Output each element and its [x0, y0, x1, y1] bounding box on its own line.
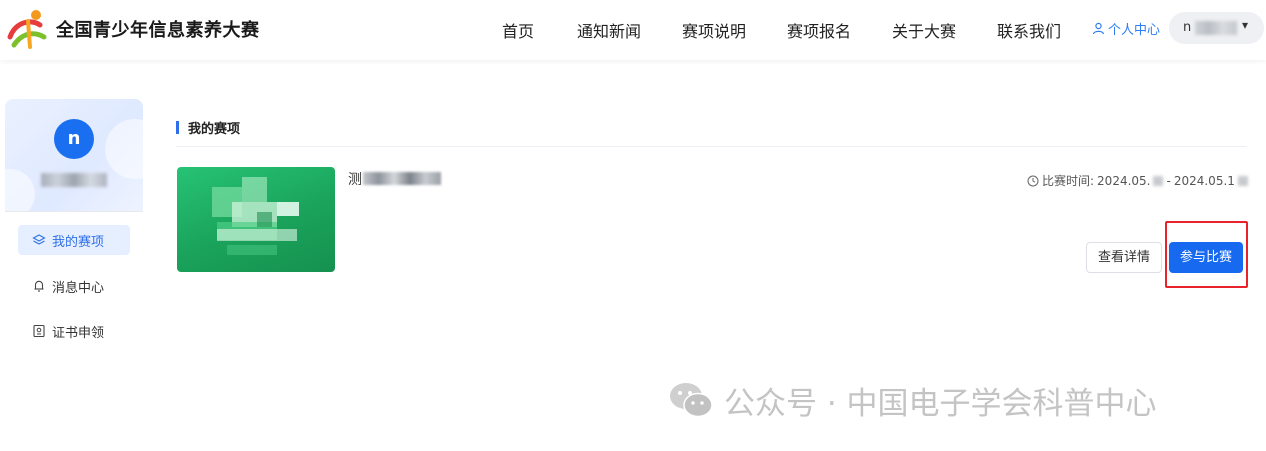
- redacted-blur: [41, 173, 107, 187]
- time-end: 2024.05.1: [1173, 173, 1235, 188]
- layers-icon: [32, 234, 46, 245]
- caret-down-icon: ▾: [1242, 18, 1249, 32]
- view-details-button[interactable]: 查看详情: [1086, 242, 1162, 273]
- user-name-redacted: [1195, 21, 1237, 35]
- watermark-text: 公众号 · 中国电子学会科普中心: [724, 385, 1157, 422]
- section-title-label: 我的赛项: [188, 122, 241, 137]
- sidebar-item-label: 我的赛项: [52, 234, 105, 250]
- section-title: 我的赛项: [176, 118, 240, 137]
- nav-home[interactable]: 首页: [502, 18, 534, 42]
- user-icon: [1092, 22, 1105, 35]
- main-content: 我的赛项 测 比赛时间: 2024.05. - 2024.05.1 查看详情 参…: [160, 100, 1252, 400]
- competition-thumbnail[interactable]: [177, 167, 335, 272]
- profile-name-redacted: [41, 173, 107, 187]
- clock-icon: [1027, 175, 1039, 186]
- competition-title-redacted: [363, 172, 441, 185]
- avatar[interactable]: n: [54, 119, 94, 159]
- nav-contact[interactable]: 联系我们: [997, 18, 1061, 42]
- personal-center-label: 个人中心: [1108, 23, 1161, 38]
- time-label: 比赛时间:: [1042, 174, 1095, 188]
- nav-about[interactable]: 关于大赛: [892, 18, 956, 42]
- competition-title[interactable]: 测: [348, 170, 441, 188]
- user-name-initial: n: [1183, 20, 1192, 35]
- main-nav: 首页 通知新闻 赛项说明 赛项报名 关于大赛 联系我们: [0, 18, 1266, 42]
- sidebar-item-label: 证书申领: [52, 325, 105, 341]
- top-header: 全国青少年信息素养大赛 首页 通知新闻 赛项说明 赛项报名 关于大赛 联系我们 …: [0, 0, 1266, 60]
- nav-event-description[interactable]: 赛项说明: [682, 18, 746, 42]
- nav-news[interactable]: 通知新闻: [577, 18, 641, 42]
- sidebar: n 我的赛项 消息中心 证书申领: [5, 99, 143, 369]
- watermark: 公众号 · 中国电子学会科普中心: [668, 378, 1157, 422]
- profile-card: n: [5, 99, 143, 211]
- decorative-bubble: [105, 119, 143, 179]
- title-accent-bar: [176, 121, 179, 134]
- user-menu-dropdown[interactable]: n ▾: [1169, 12, 1264, 44]
- time-separator: -: [1166, 173, 1171, 188]
- section-divider: [176, 146, 1247, 147]
- certificate-icon: [33, 324, 45, 338]
- sidebar-item-label: 消息中心: [52, 280, 105, 296]
- time-start-redacted: [1153, 175, 1164, 186]
- bell-icon: [34, 280, 44, 292]
- sidebar-item-certificates[interactable]: 证书申领: [18, 316, 130, 346]
- sidebar-item-messages[interactable]: 消息中心: [18, 271, 130, 301]
- time-start: 2024.05.: [1097, 173, 1151, 188]
- wechat-icon: [670, 383, 713, 418]
- personal-center-link[interactable]: 个人中心: [1092, 19, 1160, 38]
- nav-registration[interactable]: 赛项报名: [787, 18, 851, 42]
- decorative-bubble: [5, 169, 35, 211]
- competition-time: 比赛时间: 2024.05. - 2024.05.1: [1027, 172, 1248, 189]
- competition-title-visible: 测: [348, 172, 362, 188]
- sidebar-item-my-events[interactable]: 我的赛项: [18, 225, 130, 255]
- time-end-redacted: [1237, 175, 1248, 186]
- sidebar-divider: [5, 211, 143, 212]
- join-competition-button[interactable]: 参与比赛: [1169, 242, 1243, 273]
